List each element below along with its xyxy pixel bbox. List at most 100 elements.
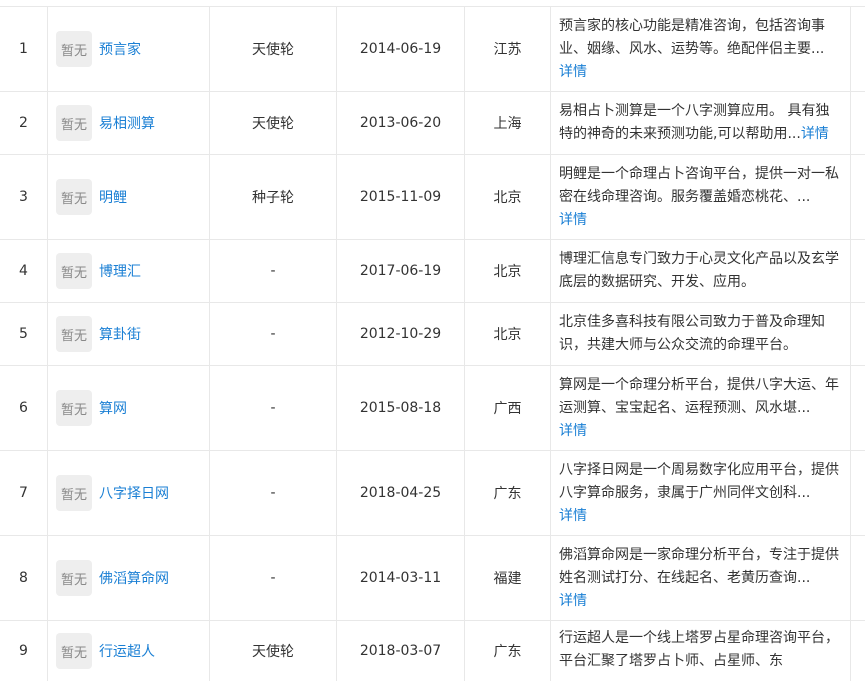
company-name-link[interactable]: 行运超人 — [99, 641, 155, 661]
row-spacer — [851, 621, 865, 681]
description-cell: 北京佳多喜科技有限公司致力于普及命理知识，共建大师与公众交流的命理平台。 — [551, 303, 851, 365]
company-logo-placeholder: 暂无 — [56, 560, 92, 596]
description-text: 北京佳多喜科技有限公司致力于普及命理知识，共建大师与公众交流的命理平台。 — [559, 314, 825, 353]
row-index: 7 — [0, 451, 48, 535]
description-text: 易相占卜测算是一个八字测算应用。 具有独特的神奇的未来预测功能,可以帮助用... — [559, 103, 830, 142]
company-logo-placeholder: 暂无 — [56, 179, 92, 215]
row-index: 8 — [0, 536, 48, 620]
founded-date: 2015-08-18 — [337, 366, 465, 450]
funding-round: - — [210, 366, 337, 450]
company-cell: 暂无 明鲤 — [48, 155, 210, 239]
description-text: 佛滔算命网是一家命理分析平台，专注于提供姓名测试打分、在线起名、老黄历查询... — [559, 546, 839, 586]
table-row: 9 暂无 行运超人 天使轮 2018-03-07 广东 行运超人是一个线上塔罗占… — [0, 621, 865, 681]
location: 江苏 — [465, 7, 551, 91]
description-text: 预言家的核心功能是精准咨询，包括咨询事业、姻缘、风水、运势等。绝配伴侣主要... — [559, 17, 825, 57]
founded-date: 2012-10-29 — [337, 303, 465, 365]
row-index: 5 — [0, 303, 48, 365]
row-spacer — [851, 451, 865, 535]
location: 北京 — [465, 240, 551, 302]
row-spacer — [851, 7, 865, 91]
company-logo-placeholder: 暂无 — [56, 633, 92, 669]
company-name-link[interactable]: 算网 — [99, 398, 127, 418]
description-text: 算网是一个命理分析平台，提供八字大运、年运测算、宝宝起名、运程预测、风水堪... — [559, 376, 839, 416]
row-spacer — [851, 92, 865, 154]
row-index: 4 — [0, 240, 48, 302]
founded-date: 2017-06-19 — [337, 240, 465, 302]
description-cell: 佛滔算命网是一家命理分析平台，专注于提供姓名测试打分、在线起名、老黄历查询...… — [551, 536, 851, 620]
funding-round: 天使轮 — [210, 92, 337, 154]
description-cell: 八字择日网是一个周易数字化应用平台，提供八字算命服务，隶属于广州同伴文创科...… — [551, 451, 851, 535]
funding-round: - — [210, 303, 337, 365]
table-row: 4 暂无 博理汇 - 2017-06-19 北京 博理汇信息专门致力于心灵文化产… — [0, 240, 865, 303]
funding-round: - — [210, 240, 337, 302]
founded-date: 2014-03-11 — [337, 536, 465, 620]
company-cell: 暂无 博理汇 — [48, 240, 210, 302]
company-name-link[interactable]: 算卦街 — [99, 324, 141, 344]
company-name-link[interactable]: 八字择日网 — [99, 483, 169, 503]
company-name-link[interactable]: 佛滔算命网 — [99, 568, 169, 588]
row-index: 1 — [0, 7, 48, 91]
table-row: 2 暂无 易相测算 天使轮 2013-06-20 上海 易相占卜测算是一个八字测… — [0, 92, 865, 155]
row-spacer — [851, 366, 865, 450]
table-row: 7 暂无 八字择日网 - 2018-04-25 广东 八字择日网是一个周易数字化… — [0, 451, 865, 536]
table-row: 8 暂无 佛滔算命网 - 2014-03-11 福建 佛滔算命网是一家命理分析平… — [0, 536, 865, 621]
location: 福建 — [465, 536, 551, 620]
description-cell: 行运超人是一个线上塔罗占星命理咨询平台，平台汇聚了塔罗占卜师、占星师、东 — [551, 621, 851, 681]
company-name-link[interactable]: 博理汇 — [99, 261, 141, 281]
company-cell: 暂无 算卦街 — [48, 303, 210, 365]
company-cell: 暂无 算网 — [48, 366, 210, 450]
row-index: 3 — [0, 155, 48, 239]
company-name-link[interactable]: 明鲤 — [99, 187, 127, 207]
founded-date: 2014-06-19 — [337, 7, 465, 91]
company-logo-placeholder: 暂无 — [56, 390, 92, 426]
detail-link[interactable]: 详情 — [801, 126, 829, 142]
company-logo-placeholder: 暂无 — [56, 105, 92, 141]
location: 广东 — [465, 451, 551, 535]
company-cell: 暂无 八字择日网 — [48, 451, 210, 535]
company-logo-placeholder: 暂无 — [56, 316, 92, 352]
company-logo-placeholder: 暂无 — [56, 31, 92, 67]
detail-link[interactable]: 详情 — [559, 212, 587, 228]
table-row: 1 暂无 预言家 天使轮 2014-06-19 江苏 预言家的核心功能是精准咨询… — [0, 6, 865, 92]
founded-date: 2015-11-09 — [337, 155, 465, 239]
funding-round: 天使轮 — [210, 621, 337, 681]
startup-table: 1 暂无 预言家 天使轮 2014-06-19 江苏 预言家的核心功能是精准咨询… — [0, 6, 865, 681]
description-cell: 博理汇信息专门致力于心灵文化产品以及玄学底层的数据研究、开发、应用。 — [551, 240, 851, 302]
company-logo-placeholder: 暂无 — [56, 475, 92, 511]
company-cell: 暂无 行运超人 — [48, 621, 210, 681]
row-spacer — [851, 240, 865, 302]
description-text: 行运超人是一个线上塔罗占星命理咨询平台，平台汇聚了塔罗占卜师、占星师、东 — [559, 630, 839, 669]
founded-date: 2013-06-20 — [337, 92, 465, 154]
description-cell: 易相占卜测算是一个八字测算应用。 具有独特的神奇的未来预测功能,可以帮助用...… — [551, 92, 851, 154]
detail-link[interactable]: 详情 — [559, 508, 587, 524]
company-name-link[interactable]: 预言家 — [99, 39, 141, 59]
description-cell: 预言家的核心功能是精准咨询，包括咨询事业、姻缘、风水、运势等。绝配伴侣主要...… — [551, 7, 851, 91]
row-index: 6 — [0, 366, 48, 450]
description-text: 博理汇信息专门致力于心灵文化产品以及玄学底层的数据研究、开发、应用。 — [559, 251, 839, 290]
row-spacer — [851, 536, 865, 620]
row-spacer — [851, 303, 865, 365]
table-row: 3 暂无 明鲤 种子轮 2015-11-09 北京 明鲤是一个命理占卜咨询平台，… — [0, 155, 865, 240]
funding-round: 天使轮 — [210, 7, 337, 91]
funding-round: - — [210, 451, 337, 535]
description-text: 八字择日网是一个周易数字化应用平台，提供八字算命服务，隶属于广州同伴文创科... — [559, 461, 839, 501]
company-name-link[interactable]: 易相测算 — [99, 113, 155, 133]
company-logo-placeholder: 暂无 — [56, 253, 92, 289]
detail-link[interactable]: 详情 — [559, 593, 587, 609]
location: 北京 — [465, 155, 551, 239]
table-row: 5 暂无 算卦街 - 2012-10-29 北京 北京佳多喜科技有限公司致力于普… — [0, 303, 865, 366]
location: 北京 — [465, 303, 551, 365]
detail-link[interactable]: 详情 — [559, 64, 587, 80]
location: 广西 — [465, 366, 551, 450]
detail-link[interactable]: 详情 — [559, 423, 587, 439]
table-row: 6 暂无 算网 - 2015-08-18 广西 算网是一个命理分析平台，提供八字… — [0, 366, 865, 451]
funding-round: 种子轮 — [210, 155, 337, 239]
row-spacer — [851, 155, 865, 239]
company-cell: 暂无 易相测算 — [48, 92, 210, 154]
company-cell: 暂无 佛滔算命网 — [48, 536, 210, 620]
description-cell: 明鲤是一个命理占卜咨询平台，提供一对一私密在线命理咨询。服务覆盖婚恋桃花、...… — [551, 155, 851, 239]
description-text: 明鲤是一个命理占卜咨询平台，提供一对一私密在线命理咨询。服务覆盖婚恋桃花、... — [559, 165, 839, 205]
location: 上海 — [465, 92, 551, 154]
row-index: 2 — [0, 92, 48, 154]
founded-date: 2018-04-25 — [337, 451, 465, 535]
